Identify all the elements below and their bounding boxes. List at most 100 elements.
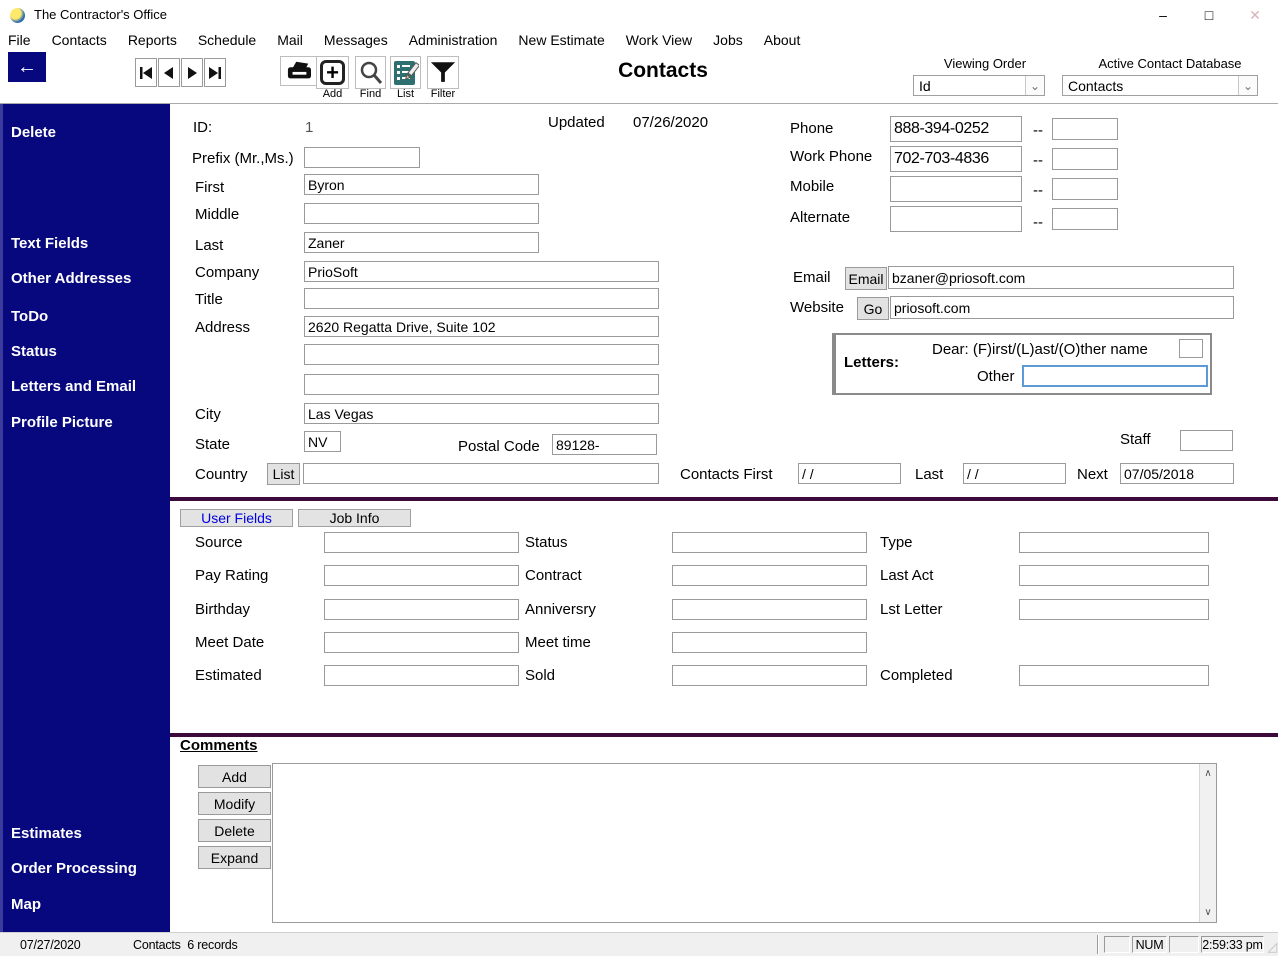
work-phone-field[interactable]	[890, 146, 1022, 172]
contacts-first-field[interactable]	[798, 463, 901, 484]
filter-button[interactable]	[427, 56, 459, 89]
prefix-field[interactable]	[304, 147, 420, 168]
sidebar-item-other-addresses[interactable]: Other Addresses	[11, 270, 131, 287]
add-button[interactable]: +	[316, 56, 349, 89]
menu-jobs[interactable]: Jobs	[713, 32, 743, 48]
mobile-field[interactable]	[890, 176, 1022, 202]
tab-user-fields[interactable]: User Fields	[180, 509, 293, 527]
menu-contacts[interactable]: Contacts	[52, 32, 107, 48]
letters-other-field[interactable]	[1022, 365, 1208, 387]
next-record-button[interactable]	[181, 58, 203, 87]
last-act-field[interactable]	[1019, 565, 1209, 586]
last-name-label: Last	[195, 237, 223, 254]
menu-mail[interactable]: Mail	[277, 32, 303, 48]
list-button[interactable]	[390, 56, 421, 89]
address-line2-field[interactable]	[304, 344, 659, 365]
resize-grip-icon[interactable]: ◿	[1267, 939, 1277, 955]
comments-list[interactable]: ∧ ∨	[272, 763, 1217, 923]
chevron-down-icon[interactable]: ⌄	[1238, 76, 1257, 95]
anniversary-label: Anniversry	[525, 601, 596, 618]
estimated-field[interactable]	[324, 665, 519, 686]
email-button[interactable]: Email	[845, 267, 887, 290]
minimize-icon[interactable]: –	[1140, 0, 1186, 30]
viewing-order-select[interactable]: Id ⌄	[913, 75, 1045, 96]
work-phone-ext-field[interactable]	[1052, 148, 1118, 170]
country-list-button[interactable]: List	[267, 463, 300, 485]
status-field[interactable]	[672, 532, 867, 553]
postal-code-field[interactable]	[552, 434, 657, 455]
sidebar-item-text-fields[interactable]: Text Fields	[11, 235, 88, 252]
updated-value: 07/26/2020	[633, 114, 708, 131]
comment-expand-button[interactable]: Expand	[198, 846, 271, 869]
tab-job-info[interactable]: Job Info	[298, 509, 411, 527]
sidebar-item-map[interactable]: Map	[11, 896, 41, 913]
letters-dear-field[interactable]	[1179, 339, 1203, 358]
alternate-field[interactable]	[890, 206, 1022, 232]
country-field[interactable]	[303, 463, 659, 484]
city-field[interactable]	[304, 403, 659, 424]
sidebar-item-delete[interactable]: Delete	[11, 124, 56, 141]
menu-file[interactable]: File	[8, 32, 31, 48]
sidebar-item-status[interactable]: Status	[11, 343, 57, 360]
phone-field[interactable]	[890, 116, 1022, 142]
sold-field[interactable]	[672, 665, 867, 686]
email-field[interactable]	[888, 266, 1234, 289]
first-record-button[interactable]	[135, 58, 157, 87]
meet-date-field[interactable]	[324, 632, 519, 653]
address-line3-field[interactable]	[304, 374, 659, 395]
birthday-field[interactable]	[324, 599, 519, 620]
lst-letter-field[interactable]	[1019, 599, 1209, 620]
sidebar-item-todo[interactable]: ToDo	[11, 308, 48, 325]
contacts-last-field[interactable]	[963, 463, 1066, 484]
company-field[interactable]	[304, 261, 659, 282]
type-field[interactable]	[1019, 532, 1209, 553]
completed-field[interactable]	[1019, 665, 1209, 686]
prefix-label: Prefix (Mr.,Ms.)	[192, 150, 294, 167]
pay-rating-field[interactable]	[324, 565, 519, 586]
phone-ext-field[interactable]	[1052, 118, 1118, 140]
contacts-next-field[interactable]	[1120, 463, 1234, 484]
comments-scrollbar[interactable]: ∧ ∨	[1199, 764, 1216, 922]
title-field[interactable]	[304, 288, 659, 309]
back-button[interactable]: ←	[8, 52, 46, 82]
address-line1-field[interactable]	[304, 316, 659, 337]
source-field[interactable]	[324, 532, 519, 553]
sidebar-item-letters-and-email[interactable]: Letters and Email	[11, 378, 136, 395]
menu-administration[interactable]: Administration	[409, 32, 498, 48]
website-field[interactable]	[890, 296, 1234, 319]
staff-field[interactable]	[1180, 430, 1233, 451]
menu-schedule[interactable]: Schedule	[198, 32, 256, 48]
last-name-field[interactable]	[304, 232, 539, 253]
menu-about[interactable]: About	[764, 32, 801, 48]
comment-add-button[interactable]: Add	[198, 765, 271, 788]
menu-new-estimate[interactable]: New Estimate	[518, 32, 604, 48]
website-go-button[interactable]: Go	[857, 297, 889, 320]
middle-name-field[interactable]	[304, 203, 539, 224]
scroll-down-icon[interactable]: ∨	[1200, 907, 1216, 918]
alternate-ext-field[interactable]	[1052, 208, 1118, 230]
menu-reports[interactable]: Reports	[128, 32, 177, 48]
print-button[interactable]	[280, 56, 318, 86]
last-record-button[interactable]	[204, 58, 226, 87]
status-label: Status	[525, 534, 568, 551]
sidebar-item-order-processing[interactable]: Order Processing	[11, 860, 137, 877]
state-field[interactable]	[304, 431, 341, 452]
active-db-select[interactable]: Contacts ⌄	[1062, 75, 1258, 96]
menu-work-view[interactable]: Work View	[626, 32, 692, 48]
anniversary-field[interactable]	[672, 599, 867, 620]
mobile-ext-field[interactable]	[1052, 178, 1118, 200]
sidebar-item-estimates[interactable]: Estimates	[11, 825, 82, 842]
comment-modify-button[interactable]: Modify	[198, 792, 271, 815]
contract-field[interactable]	[672, 565, 867, 586]
comment-delete-button[interactable]: Delete	[198, 819, 271, 842]
previous-record-button[interactable]	[158, 58, 180, 87]
find-button[interactable]	[355, 56, 386, 89]
chevron-down-icon[interactable]: ⌄	[1025, 76, 1044, 95]
meet-time-field[interactable]	[672, 632, 867, 653]
first-name-field[interactable]	[304, 174, 539, 195]
close-icon[interactable]: ✕	[1232, 0, 1278, 30]
menu-messages[interactable]: Messages	[324, 32, 388, 48]
sidebar-item-profile-picture[interactable]: Profile Picture	[11, 414, 113, 431]
scroll-up-icon[interactable]: ∧	[1200, 768, 1216, 779]
maximize-icon[interactable]: □	[1186, 0, 1232, 30]
